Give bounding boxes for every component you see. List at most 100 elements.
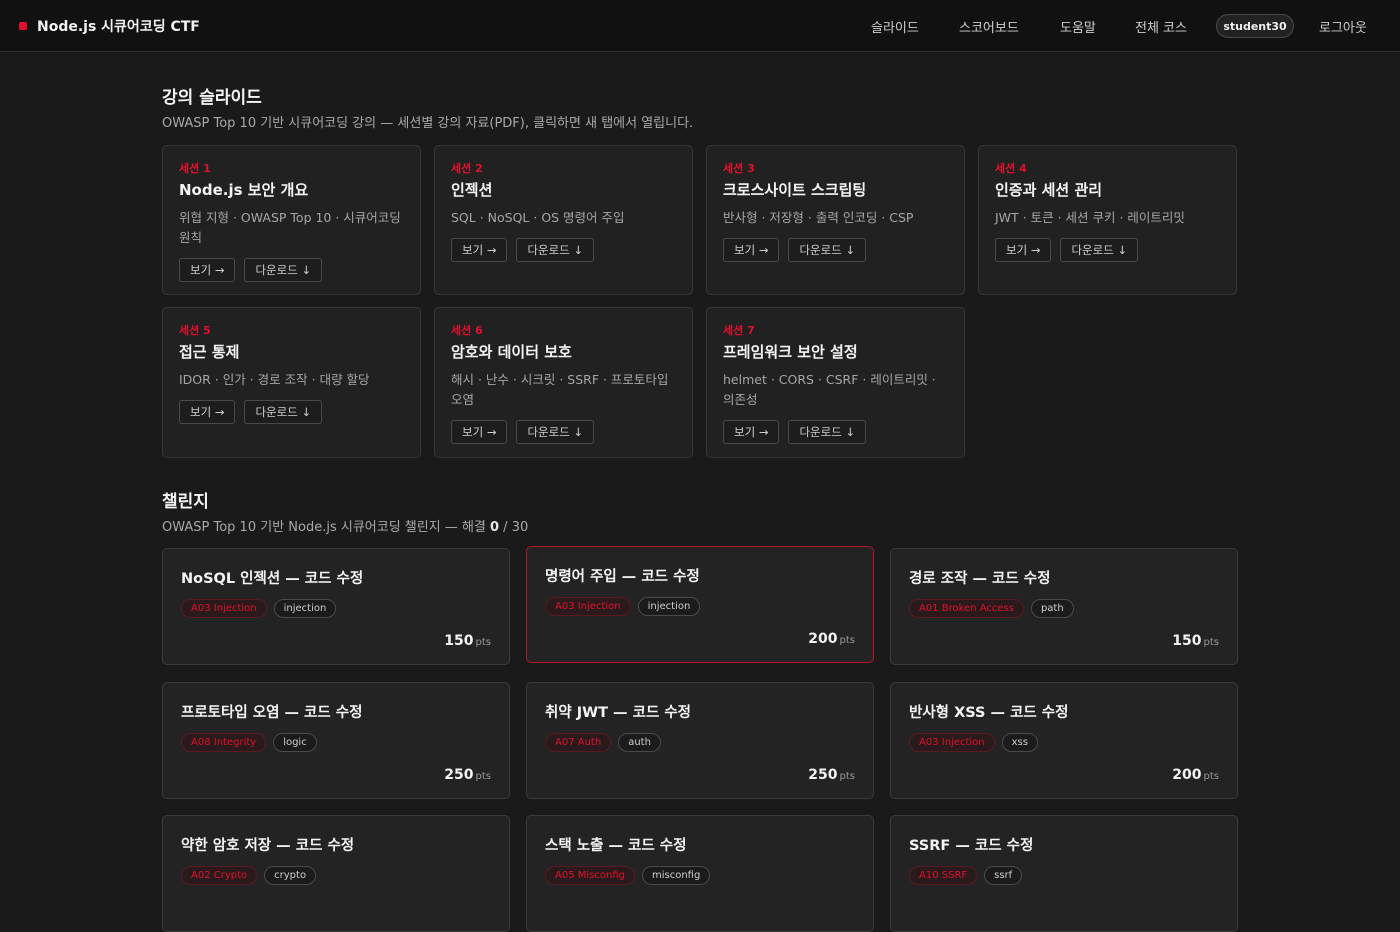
logout-link[interactable]: 로그아웃 bbox=[1319, 17, 1367, 36]
download-button[interactable]: 다운로드 ↓ bbox=[788, 238, 867, 262]
nav-scoreboard-link[interactable]: 스코어보드 bbox=[959, 17, 1019, 36]
slide-title: Node.js 보안 개요 bbox=[179, 181, 309, 199]
category-tag: misconfig bbox=[641, 866, 711, 885]
challenges-section-header: 챌린지 OWASP Top 10 기반 Node.js 시큐어코딩 챌린지 — … bbox=[162, 487, 528, 535]
download-button[interactable]: 다운로드 ↓ bbox=[244, 400, 323, 424]
challenge-card[interactable]: 약한 암호 저장 — 코드 수정 A02 Crypto crypto bbox=[162, 815, 510, 932]
nav-help-link[interactable]: 도움말 bbox=[1060, 17, 1096, 36]
challenge-tags: A01 Broken Access path bbox=[909, 599, 1219, 618]
slides-section-subtitle: OWASP Top 10 기반 시큐어코딩 강의 — 세션별 강의 자료(PDF… bbox=[162, 116, 694, 131]
challenge-points: 250 pts bbox=[444, 767, 491, 783]
points-value: 250 bbox=[444, 767, 474, 783]
download-button[interactable]: 다운로드 ↓ bbox=[516, 238, 595, 262]
brand[interactable]: Node.js 시큐어코딩 CTF bbox=[18, 16, 200, 36]
slide-description: IDOR · 인가 · 경로 조작 · 대량 할당 bbox=[179, 372, 370, 387]
slide-title: 접근 통제 bbox=[179, 343, 240, 361]
slide-session-label: 세션 1 bbox=[179, 162, 211, 175]
category-tag: crypto bbox=[264, 866, 317, 885]
challenge-card[interactable]: 반사형 XSS — 코드 수정 A03 Injection xss 200 pts bbox=[890, 682, 1238, 799]
user-badge[interactable]: student30 bbox=[1216, 14, 1294, 38]
slide-card[interactable]: 세션 1 Node.js 보안 개요 위협 지형 · OWASP Top 10 · … bbox=[162, 145, 421, 295]
slide-title: 암호와 데이터 보호 bbox=[451, 343, 572, 361]
challenge-title: 경로 조작 — 코드 수정 bbox=[909, 571, 1051, 587]
challenge-points: 200 pts bbox=[1172, 767, 1219, 783]
points-unit: pts bbox=[839, 771, 855, 782]
slide-description: helmet · CORS · CSRF · 레이트리밋 · 의존성 bbox=[723, 372, 936, 407]
nav-slides-link[interactable]: 슬라이드 bbox=[871, 17, 919, 36]
owasp-tag: A01 Broken Access bbox=[909, 599, 1024, 618]
slide-session-label: 세션 4 bbox=[995, 162, 1027, 175]
points-unit: pts bbox=[475, 771, 491, 782]
owasp-tag: A03 Injection bbox=[909, 733, 995, 752]
slide-actions: 보기 → 다운로드 ↓ bbox=[995, 238, 1220, 262]
points-unit: pts bbox=[1203, 771, 1219, 782]
challenge-title: NoSQL 인젝션 — 코드 수정 bbox=[181, 571, 364, 587]
challenge-tags: A10 SSRF ssrf bbox=[909, 866, 1219, 885]
view-button[interactable]: 보기 → bbox=[179, 258, 236, 282]
slide-session-label: 세션 3 bbox=[723, 162, 755, 175]
owasp-tag: A02 Crypto bbox=[181, 866, 258, 885]
category-tag: auth bbox=[618, 733, 661, 752]
view-button[interactable]: 보기 → bbox=[723, 420, 780, 444]
category-tag: ssrf bbox=[984, 866, 1023, 885]
download-button[interactable]: 다운로드 ↓ bbox=[516, 420, 595, 444]
slide-card[interactable]: 세션 3 크로스사이트 스크립팅 반사형 · 저장형 · 출력 인코딩 · CSP 보… bbox=[706, 145, 965, 295]
challenge-card[interactable]: 프로토타입 오염 — 코드 수정 A08 Integrity logic 250 pts bbox=[162, 682, 510, 799]
challenge-points: 250 pts bbox=[808, 767, 855, 783]
challenge-card[interactable]: SSRF — 코드 수정 A10 SSRF ssrf bbox=[890, 815, 1238, 932]
nav-all-courses-link[interactable]: 전체 코스 bbox=[1135, 17, 1187, 36]
challenge-card[interactable]: 취약 JWT — 코드 수정 A07 Auth auth 250 pts bbox=[526, 682, 874, 799]
challenge-card[interactable]: 스택 노출 — 코드 수정 A05 Misconfig misconfig bbox=[526, 815, 874, 932]
points-value: 200 bbox=[808, 631, 838, 647]
challenge-card[interactable]: 경로 조작 — 코드 수정 A01 Broken Access path 150 pts bbox=[890, 548, 1238, 665]
brand-logo-icon bbox=[19, 21, 27, 30]
slide-actions: 보기 → 다운로드 ↓ bbox=[451, 420, 676, 444]
points-value: 150 bbox=[1172, 633, 1202, 649]
slide-description: SQL · NoSQL · OS 명령어 주입 bbox=[451, 210, 625, 225]
points-unit: pts bbox=[475, 637, 491, 648]
top-navigation-bar: Node.js 시큐어코딩 CTF 슬라이드 스코어보드 도움말 전체 코스 s… bbox=[0, 0, 1400, 52]
challenges-section-title: 챌린지 bbox=[162, 492, 209, 512]
slides-section-title: 강의 슬라이드 bbox=[162, 88, 262, 108]
owasp-tag: A03 Injection bbox=[545, 597, 631, 616]
challenge-card[interactable]: NoSQL 인젝션 — 코드 수정 A03 Injection injection 1… bbox=[162, 548, 510, 665]
category-tag: path bbox=[1030, 599, 1074, 618]
slide-card[interactable]: 세션 2 인젝션 SQL · NoSQL · OS 명령어 주입 보기 → 다운로드 ↓ bbox=[434, 145, 693, 295]
view-button[interactable]: 보기 → bbox=[995, 238, 1052, 262]
slide-card[interactable]: 세션 7 프레임워크 보안 설정 helmet · CORS · CSRF · 레이… bbox=[706, 307, 965, 458]
challenge-tags: A08 Integrity logic bbox=[181, 733, 491, 752]
points-value: 150 bbox=[444, 633, 474, 649]
challenges-section-subtitle: OWASP Top 10 기반 Node.js 시큐어코딩 챌린지 — 해결 0… bbox=[162, 516, 528, 535]
owasp-tag: A07 Auth bbox=[545, 733, 612, 752]
slide-session-label: 세션 5 bbox=[179, 324, 211, 337]
download-button[interactable]: 다운로드 ↓ bbox=[244, 258, 323, 282]
challenge-tags: A03 Injection injection bbox=[545, 597, 855, 616]
slide-card[interactable]: 세션 6 암호와 데이터 보호 해시 · 난수 · 시크릿 · SSRF · 프로토… bbox=[434, 307, 693, 458]
points-unit: pts bbox=[839, 635, 855, 646]
slide-session-label: 세션 2 bbox=[451, 162, 483, 175]
challenge-tags: A07 Auth auth bbox=[545, 733, 855, 752]
challenge-card[interactable]: 명령어 주입 — 코드 수정 A03 Injection injection 200 p… bbox=[526, 546, 874, 663]
challenges-subtitle-text: OWASP Top 10 기반 Node.js 시큐어코딩 챌린지 — 해결 bbox=[162, 520, 490, 535]
slide-actions: 보기 → 다운로드 ↓ bbox=[723, 238, 948, 262]
view-button[interactable]: 보기 → bbox=[723, 238, 780, 262]
slide-description: 반사형 · 저장형 · 출력 인코딩 · CSP bbox=[723, 210, 914, 225]
challenge-title: 스택 노출 — 코드 수정 bbox=[545, 838, 687, 854]
total-count: / 30 bbox=[499, 520, 529, 535]
slide-description: 해시 · 난수 · 시크릿 · SSRF · 프로토타입 오염 bbox=[451, 372, 669, 407]
view-button[interactable]: 보기 → bbox=[451, 238, 508, 262]
slide-card[interactable]: 세션 5 접근 통제 IDOR · 인가 · 경로 조작 · 대량 할당보기 → 다운… bbox=[162, 307, 421, 458]
challenge-title: 약한 암호 저장 — 코드 수정 bbox=[181, 838, 355, 854]
download-button[interactable]: 다운로드 ↓ bbox=[788, 420, 867, 444]
view-button[interactable]: 보기 → bbox=[179, 400, 236, 424]
category-tag: xss bbox=[1001, 733, 1038, 752]
brand-name: Node.js 시큐어코딩 CTF bbox=[37, 18, 200, 35]
owasp-tag: A03 Injection bbox=[181, 599, 267, 618]
challenge-title: 명령어 주입 — 코드 수정 bbox=[545, 569, 700, 585]
category-tag: injection bbox=[637, 597, 701, 616]
slide-card[interactable]: 세션 4 인증과 세션 관리 JWT · 토큰 · 세션 쿠키 · 레이트리밋 보기 … bbox=[978, 145, 1237, 295]
download-button[interactable]: 다운로드 ↓ bbox=[1060, 238, 1139, 262]
points-unit: pts bbox=[1203, 637, 1219, 648]
view-button[interactable]: 보기 → bbox=[451, 420, 508, 444]
challenge-tags: A03 Injection injection bbox=[181, 599, 491, 618]
